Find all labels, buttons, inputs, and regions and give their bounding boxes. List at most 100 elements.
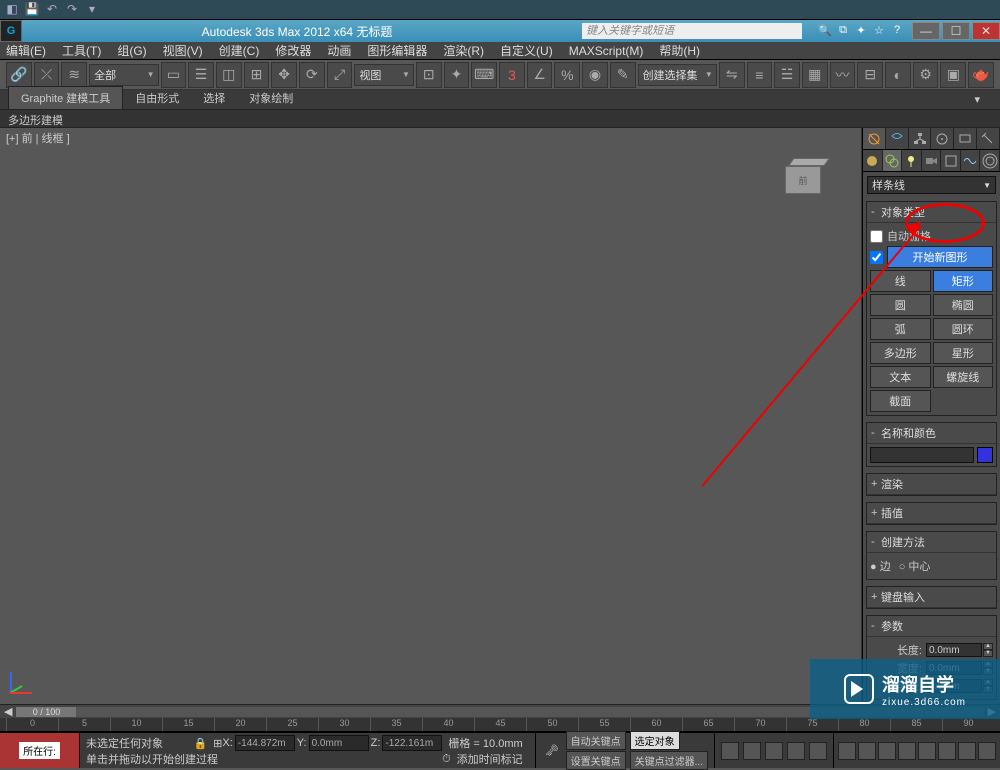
prev-key-icon[interactable]: ◀ bbox=[4, 705, 12, 718]
selection-filter-combo[interactable]: 全部 bbox=[89, 64, 158, 86]
line-button[interactable]: 线 bbox=[870, 270, 931, 292]
edge-radio[interactable]: 边 bbox=[870, 558, 891, 574]
rollout-header[interactable]: 插值 bbox=[867, 503, 996, 524]
menu-maxscript[interactable]: MAXScript(M) bbox=[569, 44, 644, 58]
spinner-up-icon[interactable]: ▲ bbox=[983, 643, 993, 650]
next-frame-icon[interactable] bbox=[787, 742, 805, 760]
zoom-all-icon[interactable] bbox=[858, 742, 876, 760]
select-region-icon[interactable]: ◫ bbox=[216, 62, 242, 88]
named-selection-combo[interactable]: 创建选择集 bbox=[638, 64, 717, 86]
rotate-icon[interactable]: ⟳ bbox=[299, 62, 325, 88]
menu-customize[interactable]: 自定义(U) bbox=[500, 42, 553, 59]
viewcube[interactable]: 前 bbox=[785, 158, 831, 194]
manipulate-icon[interactable]: ✦ bbox=[444, 62, 470, 88]
time-tag-icon[interactable]: ⏱ bbox=[442, 753, 451, 766]
arc-button[interactable]: 弧 bbox=[870, 318, 931, 340]
zoom-extents-icon[interactable] bbox=[878, 742, 896, 760]
rectangle-button[interactable]: 矩形 bbox=[933, 270, 994, 292]
text-button[interactable]: 文本 bbox=[870, 366, 931, 388]
angle-snap-icon[interactable]: ∠ bbox=[527, 62, 553, 88]
save-icon[interactable]: 💾 bbox=[24, 2, 40, 18]
render-icon[interactable]: 🫖 bbox=[968, 62, 994, 88]
layers-icon[interactable]: ☱ bbox=[774, 62, 800, 88]
menu-help[interactable]: 帮助(H) bbox=[659, 42, 700, 59]
geometry-category-icon[interactable] bbox=[863, 150, 883, 171]
material-editor-icon[interactable]: ◐ bbox=[885, 62, 911, 88]
hierarchy-tab-icon[interactable] bbox=[909, 128, 932, 149]
helpers-category-icon[interactable] bbox=[941, 150, 961, 171]
lock-icon[interactable]: 🔒 bbox=[193, 737, 207, 750]
spinner-snap-icon[interactable]: ◉ bbox=[582, 62, 608, 88]
maximize-button[interactable]: ☐ bbox=[942, 22, 970, 40]
create-tab-icon[interactable] bbox=[863, 128, 886, 149]
rollout-header[interactable]: 键盘输入 bbox=[867, 587, 996, 608]
add-time-tag[interactable]: 添加时间标记 bbox=[457, 751, 523, 767]
star-button[interactable]: 星形 bbox=[933, 342, 994, 364]
viewport[interactable]: [+] 前 | 线框 ] 前 bbox=[0, 128, 862, 704]
menu-group[interactable]: 组(G) bbox=[117, 42, 146, 59]
app-icon[interactable]: G bbox=[0, 20, 22, 42]
keyboard-shortcut-icon[interactable]: ⌨ bbox=[471, 62, 497, 88]
app-menu-icon[interactable]: ◧ bbox=[4, 2, 20, 18]
orbit-icon[interactable] bbox=[958, 742, 976, 760]
select-by-name-icon[interactable]: ☰ bbox=[188, 62, 214, 88]
donut-button[interactable]: 圆环 bbox=[933, 318, 994, 340]
viewport-label[interactable]: [+] 前 | 线框 ] bbox=[6, 130, 70, 146]
minimize-button[interactable]: — bbox=[912, 22, 940, 40]
window-crossing-icon[interactable]: ⊞ bbox=[244, 62, 270, 88]
undo-icon[interactable]: ↶ bbox=[44, 2, 60, 18]
bind-space-warp-icon[interactable]: ≋ bbox=[61, 62, 87, 88]
favorite-icon[interactable]: ☆ bbox=[872, 24, 886, 38]
max-toggle-icon[interactable] bbox=[978, 742, 996, 760]
y-coord-input[interactable]: 0.0mm bbox=[309, 735, 369, 751]
rollout-header[interactable]: 参数 bbox=[867, 616, 996, 637]
systems-category-icon[interactable] bbox=[980, 150, 1000, 171]
time-slider-thumb[interactable]: 0 / 100 bbox=[16, 707, 76, 717]
search-input[interactable]: 键入关键字或短语 bbox=[582, 23, 802, 39]
x-coord-input[interactable]: -144.872m bbox=[235, 735, 295, 751]
ellipse-button[interactable]: 椭圆 bbox=[933, 294, 994, 316]
menu-rendering[interactable]: 渲染(R) bbox=[443, 42, 484, 59]
curve-editor-icon[interactable]: 〰 bbox=[830, 62, 856, 88]
start-new-shape-button[interactable]: 开始新图形 bbox=[887, 246, 993, 268]
goto-start-icon[interactable] bbox=[721, 742, 739, 760]
unlink-icon[interactable]: ⤫ bbox=[34, 62, 60, 88]
modify-tab-icon[interactable] bbox=[886, 128, 909, 149]
help-icon[interactable]: ? bbox=[890, 24, 904, 38]
move-icon[interactable]: ✥ bbox=[271, 62, 297, 88]
rendered-frame-icon[interactable]: ▣ bbox=[940, 62, 966, 88]
center-radio[interactable]: 中心 bbox=[899, 558, 931, 574]
maxscript-mini-listener[interactable]: 所在行: bbox=[0, 733, 80, 768]
ngon-button[interactable]: 多边形 bbox=[870, 342, 931, 364]
subscription-icon[interactable]: ⧉ bbox=[836, 24, 850, 38]
section-button[interactable]: 截面 bbox=[870, 390, 931, 412]
ribbon-tab-freeform[interactable]: 自由形式 bbox=[123, 87, 191, 109]
utilities-tab-icon[interactable] bbox=[977, 128, 1000, 149]
key-mode-icon[interactable]: 🗝 bbox=[542, 744, 562, 757]
start-new-shape-checkbox[interactable] bbox=[870, 251, 883, 264]
autokey-button[interactable]: 自动关键点 bbox=[566, 731, 626, 750]
menu-animation[interactable]: 动画 bbox=[327, 42, 351, 59]
exchange-icon[interactable]: ✦ bbox=[854, 24, 868, 38]
spinner-down-icon[interactable]: ▼ bbox=[983, 650, 993, 657]
display-tab-icon[interactable] bbox=[954, 128, 977, 149]
ref-coord-combo[interactable]: 视图 bbox=[354, 64, 414, 86]
snap-toggle-icon[interactable]: 3 bbox=[499, 62, 525, 88]
spacewarps-category-icon[interactable] bbox=[961, 150, 981, 171]
object-name-input[interactable] bbox=[870, 447, 974, 463]
select-object-icon[interactable]: ▭ bbox=[161, 62, 187, 88]
pivot-icon[interactable]: ⊡ bbox=[416, 62, 442, 88]
percent-snap-icon[interactable]: % bbox=[554, 62, 580, 88]
z-coord-input[interactable]: -122.161m bbox=[382, 735, 442, 751]
menu-views[interactable]: 视图(V) bbox=[163, 42, 203, 59]
ribbon-tab-graphite[interactable]: Graphite 建模工具 bbox=[8, 86, 123, 109]
subcategory-dropdown[interactable]: 样条线 bbox=[867, 176, 996, 194]
align-icon[interactable]: ≡ bbox=[747, 62, 773, 88]
motion-tab-icon[interactable] bbox=[931, 128, 954, 149]
zoom-icon[interactable] bbox=[838, 742, 856, 760]
key-target-combo[interactable]: 选定对象 bbox=[630, 731, 680, 750]
menu-modifiers[interactable]: 修改器 bbox=[275, 42, 311, 59]
helix-button[interactable]: 螺旋线 bbox=[933, 366, 994, 388]
ribbon-toggle-icon[interactable]: ▦ bbox=[802, 62, 828, 88]
rollout-header[interactable]: 渲染 bbox=[867, 474, 996, 495]
